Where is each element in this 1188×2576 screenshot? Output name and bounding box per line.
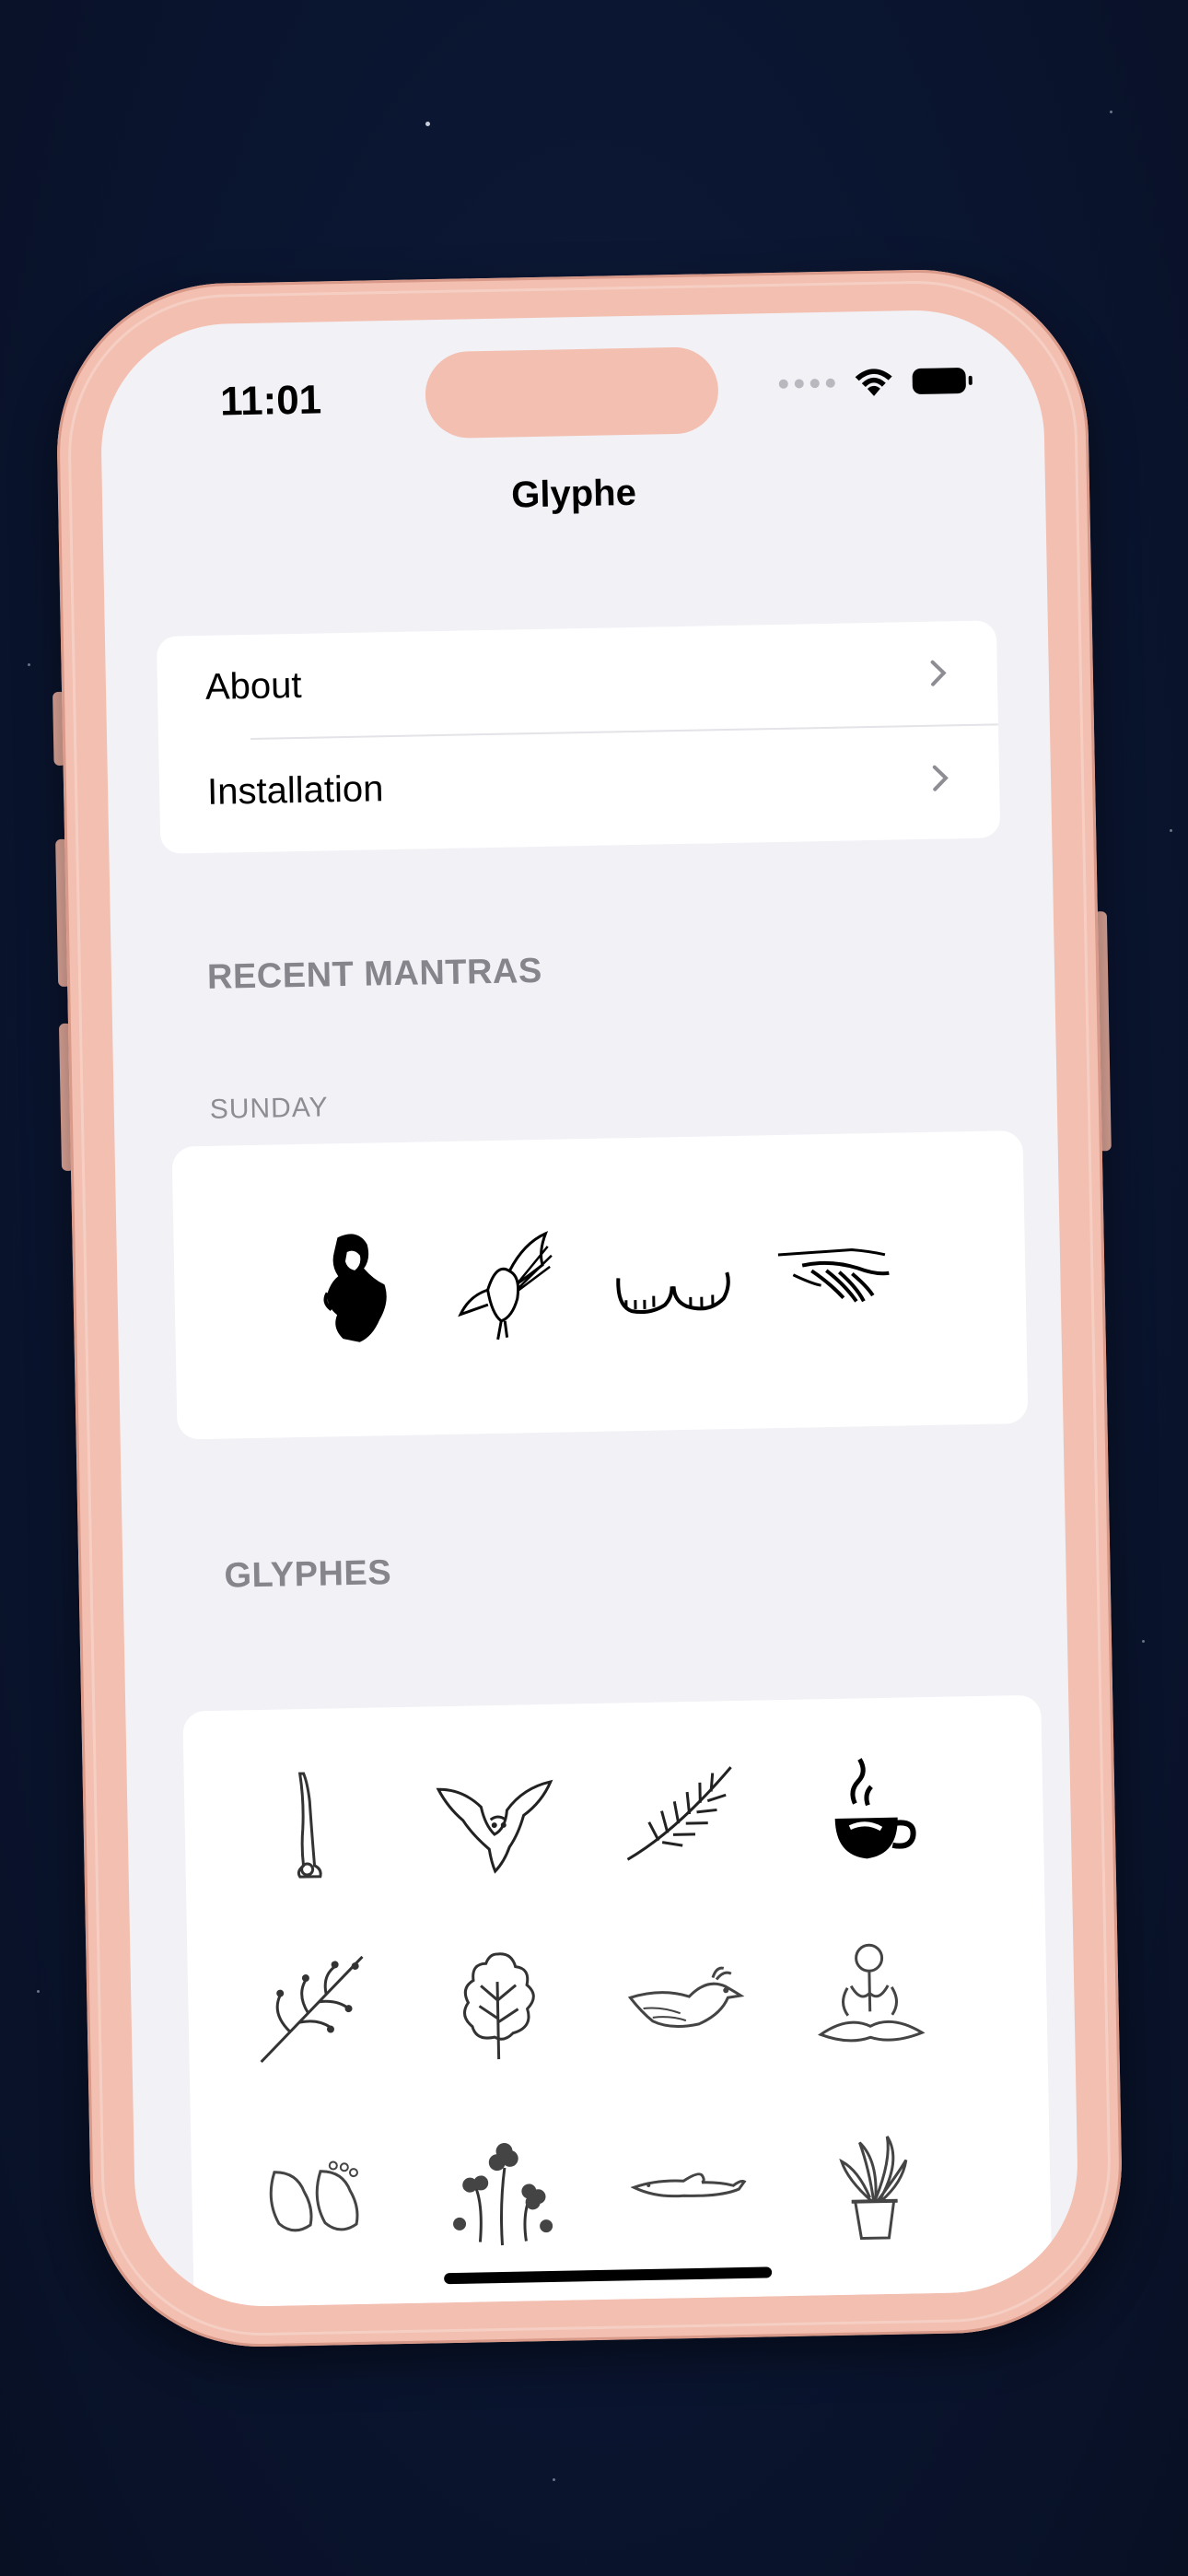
rosemary-icon[interactable] bbox=[620, 1756, 741, 1878]
headstand-icon[interactable] bbox=[248, 1763, 369, 1885]
menu-card: About Installation bbox=[156, 620, 1001, 854]
feet-icon[interactable] bbox=[255, 2134, 377, 2255]
menu-item-about[interactable]: About bbox=[157, 620, 998, 739]
bird-icon[interactable] bbox=[623, 1940, 745, 2062]
meditation-icon[interactable] bbox=[809, 1937, 931, 2058]
day-label: SUNDAY bbox=[209, 1092, 329, 1125]
dynamic-island bbox=[425, 346, 719, 439]
menu-item-label: About bbox=[204, 664, 302, 708]
page-title: Glyphe bbox=[510, 472, 637, 516]
battery-icon bbox=[912, 367, 967, 395]
phone-mockup: 11:01 Glyphe About Installation RECENT M… bbox=[52, 266, 1125, 2350]
berry-branch-icon[interactable] bbox=[251, 1948, 373, 2069]
menu-item-installation[interactable]: Installation bbox=[158, 725, 1000, 844]
oak-leaf-icon[interactable] bbox=[437, 1944, 559, 2066]
chevron-right-icon bbox=[930, 660, 947, 686]
status-icons bbox=[778, 365, 967, 400]
chevron-right-icon bbox=[932, 765, 949, 791]
glyphes-heading: GLYPHES bbox=[224, 1553, 392, 1596]
feet-icon[interactable] bbox=[611, 1221, 733, 1342]
menu-item-label: Installation bbox=[206, 767, 384, 813]
owl-flying-icon[interactable] bbox=[434, 1760, 555, 1881]
owl-icon[interactable] bbox=[449, 1224, 571, 1345]
recent-mantras-card bbox=[171, 1130, 1029, 1440]
wifi-icon bbox=[855, 369, 892, 396]
phone-screen: 11:01 Glyphe About Installation RECENT M… bbox=[99, 308, 1080, 2309]
glyphes-grid-card bbox=[182, 1694, 1054, 2309]
woman-portrait-icon[interactable] bbox=[293, 1227, 414, 1349]
dolphin-icon[interactable] bbox=[627, 2126, 749, 2248]
coffee-cup-icon[interactable] bbox=[806, 1752, 927, 1874]
clover-icon[interactable] bbox=[441, 2130, 563, 2252]
signal-dots-icon bbox=[778, 378, 835, 389]
status-time: 11:01 bbox=[219, 377, 322, 425]
hands-icon[interactable] bbox=[774, 1218, 895, 1340]
recent-mantras-heading: RECENT MANTRAS bbox=[206, 951, 543, 997]
potted-plant-icon[interactable] bbox=[813, 2123, 935, 2244]
